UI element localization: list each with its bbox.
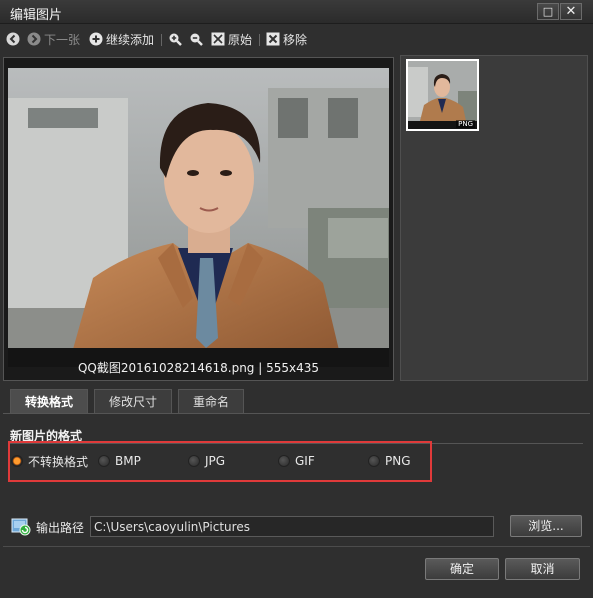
next-label: 下一张 [44, 32, 81, 47]
image-preview: QQ截图20161028214618.png | 555x435 [3, 57, 394, 381]
radio-label: JPG [205, 454, 226, 468]
toolbar-divider [259, 34, 260, 46]
browse-button[interactable]: 浏览... [510, 515, 582, 537]
thumbnail-format-badge: PNG [456, 120, 475, 128]
fit-original-icon [211, 32, 225, 46]
radio-label: BMP [115, 454, 141, 468]
radio-label: GIF [295, 454, 315, 468]
toolbar-divider [161, 34, 162, 46]
tab-resize[interactable]: 修改尺寸 [94, 389, 173, 413]
radio-icon [188, 455, 200, 467]
radio-no-convert[interactable]: 不转换格式 [11, 452, 88, 470]
output-path-input[interactable] [90, 516, 494, 537]
maximize-button[interactable]: □ [537, 3, 559, 20]
toolbar: 下一张 继续添加 原始 移除 [0, 26, 593, 52]
prev-button[interactable] [6, 30, 23, 48]
title-bar: 编辑图片 □ ✕ [0, 0, 593, 24]
preview-photo [8, 68, 389, 367]
zoom-out-icon [190, 33, 203, 46]
tab-rename[interactable]: 重命名 [178, 389, 245, 413]
thumbnail-panel: PNG [400, 55, 588, 381]
original-size-button[interactable]: 原始 [211, 30, 252, 48]
close-button[interactable]: ✕ [560, 3, 582, 20]
ok-button[interactable]: 确定 [425, 558, 499, 580]
cancel-button[interactable]: 取消 [505, 558, 580, 580]
radio-icon [368, 455, 380, 467]
radio-png[interactable]: PNG [368, 452, 411, 470]
radio-selected-icon [11, 455, 23, 467]
window-title: 编辑图片 [10, 8, 63, 23]
radio-label: PNG [385, 454, 411, 468]
zoom-in-button[interactable] [168, 30, 182, 48]
zoom-out-button[interactable] [189, 30, 203, 48]
footer-divider [3, 546, 590, 547]
radio-bmp[interactable]: BMP [98, 452, 141, 470]
radio-icon [98, 455, 110, 467]
next-arrow-icon [27, 32, 41, 46]
zoom-in-icon [169, 33, 182, 46]
remove-button[interactable]: 移除 [266, 30, 307, 48]
add-more-button[interactable]: 继续添加 [89, 30, 154, 48]
tab-divider [3, 413, 590, 414]
add-label: 继续添加 [106, 32, 155, 47]
thumbnail-item[interactable]: PNG [406, 59, 479, 131]
radio-icon [278, 455, 290, 467]
output-folder-icon [11, 518, 31, 536]
radio-label: 不转换格式 [28, 454, 89, 469]
image-caption: QQ截图20161028214618.png | 555x435 [77, 361, 319, 375]
prev-arrow-icon [6, 32, 20, 46]
remove-label: 移除 [283, 32, 308, 47]
thumbnail-image [408, 61, 477, 129]
settings-tabs: 转换格式 修改尺寸 重命名 [10, 389, 250, 413]
remove-icon [266, 32, 280, 46]
next-button[interactable]: 下一张 [27, 30, 80, 48]
radio-gif[interactable]: GIF [278, 452, 315, 470]
output-path-label: 输出路径 [36, 521, 85, 535]
radio-jpg[interactable]: JPG [188, 452, 225, 470]
tab-convert-format[interactable]: 转换格式 [10, 389, 89, 413]
add-icon [89, 32, 103, 46]
original-label: 原始 [228, 32, 253, 47]
portrait-image [8, 68, 389, 367]
